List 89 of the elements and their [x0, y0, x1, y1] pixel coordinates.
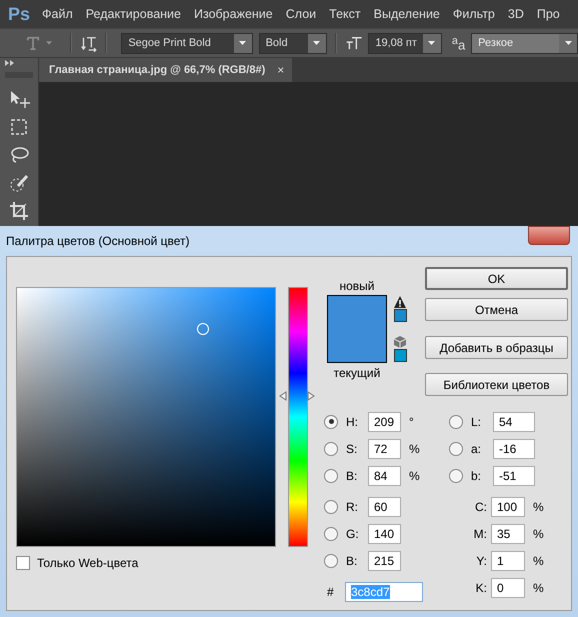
unit-label: % [533, 526, 544, 540]
value-field[interactable]: 209 [368, 412, 401, 432]
caret-icon[interactable] [46, 41, 52, 46]
dialog-button[interactable]: Добавить в образцы [425, 336, 568, 359]
app-logo: Ps [8, 4, 30, 25]
unit-label: % [409, 468, 420, 482]
field-label: C: [474, 500, 488, 514]
radio-button[interactable] [449, 468, 463, 482]
caret-icon [564, 41, 572, 46]
caret-icon [239, 41, 246, 46]
checkbox-label: Только Web-цвета [37, 556, 138, 570]
value-field[interactable]: 60 [368, 496, 401, 516]
document-tab[interactable]: Главная страница.jpg @ 66,7% (RGB/8#) × [39, 58, 292, 82]
font-style-dropdown[interactable]: Bold [258, 32, 327, 54]
field-label: L: [471, 414, 482, 428]
unit-label: % [533, 580, 544, 594]
field-label: H: [346, 414, 359, 428]
field-label: G: [346, 526, 360, 540]
menu-item[interactable]: Фильтр [452, 7, 495, 22]
field-label: K: [474, 580, 488, 594]
menu-item[interactable]: Файл [42, 7, 73, 22]
menu-item[interactable]: Изображение [194, 7, 273, 22]
value-field[interactable]: 1 [491, 550, 525, 570]
close-button[interactable] [528, 226, 570, 245]
radio-button[interactable] [324, 526, 338, 540]
caret-icon [313, 41, 320, 46]
font-size-dropdown[interactable]: 19,08 пт [368, 32, 442, 54]
document-title: Главная страница.jpg @ 66,7% (RGB/8#) [49, 64, 266, 76]
close-tab-button[interactable]: × [277, 63, 284, 77]
field-label: B: [346, 554, 358, 568]
radio-button[interactable] [449, 442, 463, 456]
color-swatch [327, 295, 387, 363]
menu-item[interactable]: Слои [286, 7, 316, 22]
antialiasing-dropdown[interactable]: Резкое [471, 32, 578, 54]
menu-item[interactable]: Текст [329, 7, 361, 22]
field-label: a: [471, 442, 482, 456]
value-field[interactable]: 140 [368, 524, 401, 544]
field-label: b: [471, 468, 482, 482]
web-safe-swatch[interactable] [394, 349, 406, 362]
radio-button[interactable] [449, 414, 463, 428]
font-family-dropdown[interactable]: Segoe Print Bold [121, 32, 253, 54]
value-field[interactable]: 54 [493, 412, 535, 432]
move-tool-icon[interactable] [8, 88, 30, 110]
antialias-icon: $^{a}$a [452, 34, 466, 52]
unit-label: % [533, 500, 544, 514]
value-field[interactable]: 84 [368, 466, 401, 486]
caret-icon [428, 41, 436, 46]
radio-button[interactable] [324, 554, 338, 568]
value-field[interactable]: 35 [491, 524, 525, 544]
radio-button[interactable] [324, 442, 338, 456]
menu-item[interactable]: 3D [508, 7, 524, 22]
quick-selection-icon[interactable] [8, 172, 30, 194]
value-field[interactable]: -16 [493, 438, 535, 458]
value-field[interactable]: 72 [368, 438, 401, 458]
unit-label: % [409, 442, 420, 456]
value-field[interactable]: 215 [368, 550, 401, 570]
dialog-button[interactable]: Отмена [425, 298, 568, 321]
text-tool-icon[interactable] [26, 34, 40, 52]
hue-slider[interactable] [279, 287, 315, 547]
field-label: R: [346, 500, 359, 514]
current-color-label: текущий [334, 365, 380, 382]
warning-icon[interactable] [394, 296, 406, 308]
radio-button[interactable] [324, 468, 338, 482]
gamut-swatch[interactable] [394, 309, 406, 322]
checkbox[interactable] [16, 556, 30, 570]
value-field[interactable]: 100 [491, 496, 525, 516]
dialog-button[interactable]: Библиотеки цветов [425, 373, 568, 396]
radio-button[interactable] [324, 500, 338, 514]
color-field[interactable] [16, 287, 276, 547]
picker-ring-icon[interactable] [196, 323, 209, 336]
collapse-icon[interactable] [5, 60, 15, 66]
menu-item[interactable]: Редактирование [86, 7, 181, 22]
field-label: S: [346, 442, 358, 456]
dialog-title: Палитра цветов (Основной цвет) [6, 234, 190, 248]
hex-label: # [326, 584, 335, 598]
value-field[interactable]: -51 [493, 466, 535, 486]
crop-tool-icon[interactable] [8, 200, 30, 222]
dialog-button[interactable]: OK [425, 267, 568, 290]
menu-item[interactable]: Про [536, 7, 560, 22]
unit-label: % [533, 554, 544, 568]
field-label: M: [472, 526, 488, 540]
slider-thumb[interactable] [279, 391, 315, 402]
field-label: B: [346, 468, 358, 482]
value-field[interactable]: 0 [491, 578, 525, 598]
radio-button[interactable] [324, 414, 338, 428]
menu-item[interactable]: Выделение [374, 7, 440, 22]
unit-label: ° [409, 414, 414, 428]
new-color-label: новый [339, 278, 374, 295]
field-label: Y: [475, 554, 488, 568]
